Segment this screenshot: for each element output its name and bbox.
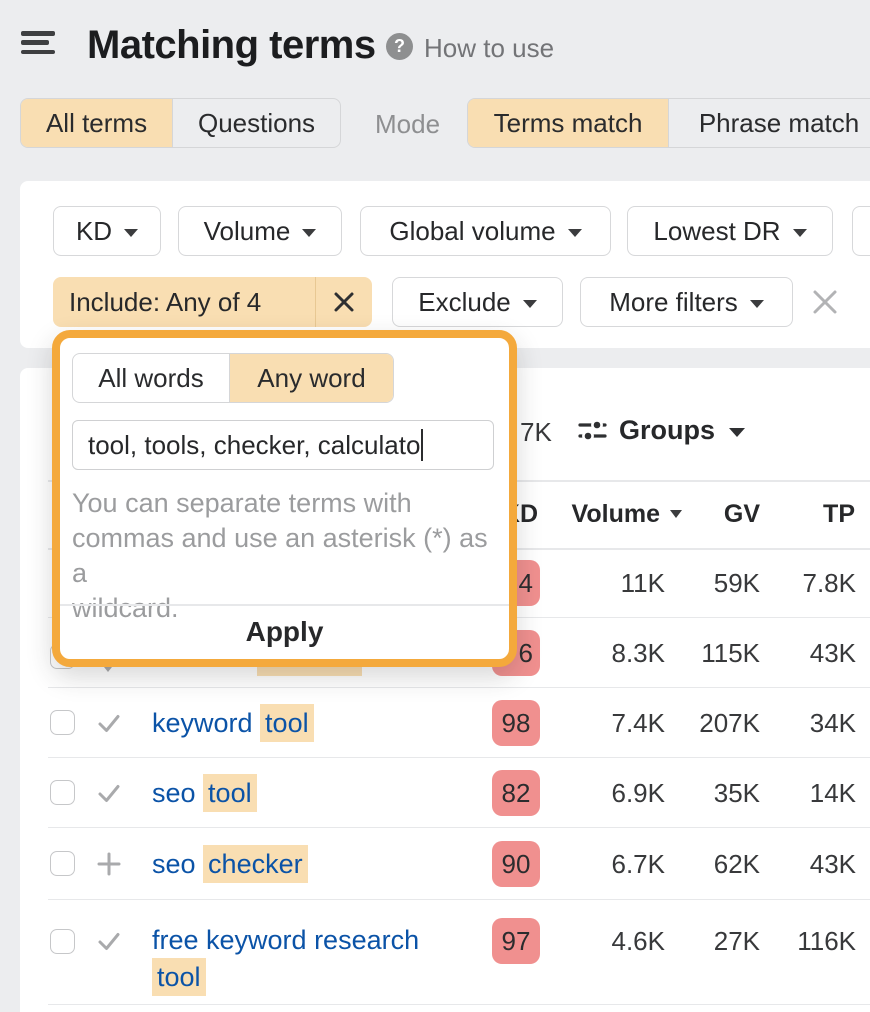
groups-label: Groups (619, 415, 715, 446)
global-volume-filter-button[interactable]: Global volume (360, 206, 611, 256)
chevron-down-icon (793, 229, 807, 237)
include-filter-popup: All words Any word tool, tools, checker,… (52, 330, 517, 667)
tp-value: 7.8K (736, 568, 856, 598)
row-checkbox[interactable] (50, 710, 75, 735)
kd-badge: 90 (492, 841, 540, 887)
keyword-text: seo (152, 778, 203, 808)
row-checkbox[interactable] (50, 851, 75, 876)
table-row: seo tool 82 6.9K 35K 14K (20, 758, 870, 828)
keyword-highlight: tool (260, 704, 314, 742)
tab-any-word[interactable]: Any word (229, 354, 393, 402)
matching-terms-page: Matching terms ? How to use All terms Qu… (0, 0, 870, 1012)
keyword-link[interactable]: keyword tool (152, 705, 487, 742)
tp-value: 43K (736, 849, 856, 879)
exclude-filter-button[interactable]: Exclude (392, 277, 563, 327)
groups-dropdown[interactable]: Groups (577, 415, 745, 446)
help-question-icon[interactable]: ? (386, 33, 413, 60)
kd-badge: 98 (492, 700, 540, 746)
check-icon[interactable] (96, 780, 122, 806)
how-to-use-link[interactable]: How to use (424, 33, 554, 64)
more-filters-label: More filters (609, 287, 738, 318)
keyword-highlight: tool (152, 958, 206, 996)
exclude-filter-label: Exclude (418, 287, 511, 318)
close-icon (332, 290, 356, 314)
kd-filter-label: KD (76, 216, 112, 247)
keyword-count-partial: 7K (520, 417, 552, 448)
text-cursor (421, 429, 423, 461)
chevron-down-icon (124, 229, 138, 237)
include-filter-remove-button[interactable] (316, 290, 372, 314)
report-type-tabs: All terms Questions (20, 98, 341, 148)
tab-phrase-match[interactable]: Phrase match (668, 99, 870, 147)
cutoff-filter-button[interactable] (852, 206, 870, 256)
close-icon (810, 287, 840, 317)
chevron-down-icon (302, 229, 316, 237)
popup-help-line: commas and use an asterisk (*) as a (72, 521, 502, 591)
include-filter-pill[interactable]: Include: Any of 4 (53, 277, 372, 327)
kd-badge: 97 (492, 918, 540, 964)
table-row: free keyword researchtool 97 4.6K 27K 11… (20, 900, 870, 1005)
keyword-link[interactable]: seo checker (152, 846, 487, 883)
tp-value: 14K (736, 778, 856, 808)
keyword-highlight: tool (203, 774, 257, 812)
chevron-down-icon (729, 428, 745, 437)
tp-value: 43K (736, 638, 856, 668)
chevron-down-icon (568, 229, 582, 237)
include-terms-input-value: tool, tools, checker, calculato (88, 430, 420, 461)
kd-filter-button[interactable]: KD (53, 206, 161, 256)
chevron-down-icon (750, 300, 764, 308)
clear-filters-button[interactable] (810, 287, 840, 317)
keyword-text: seo (152, 849, 203, 879)
menu-icon[interactable] (21, 31, 55, 54)
more-filters-button[interactable]: More filters (580, 277, 793, 327)
filters-panel: KD Volume Global volume Lowest DR Includ… (20, 181, 870, 348)
keyword-link[interactable]: free keyword researchtool (152, 922, 487, 996)
tp-value: 116K (736, 926, 856, 956)
table-row: seo checker 90 6.7K 62K 43K (20, 828, 870, 900)
sliders-icon (577, 415, 608, 446)
kd-badge: 82 (492, 770, 540, 816)
row-checkbox[interactable] (50, 780, 75, 805)
tab-questions[interactable]: Questions (172, 99, 340, 147)
volume-filter-label: Volume (204, 216, 291, 247)
word-match-tabs: All words Any word (72, 353, 394, 403)
row-checkbox[interactable] (50, 929, 75, 954)
keyword-link[interactable]: seo tool (152, 775, 487, 812)
column-header-tp[interactable]: TP (715, 480, 855, 548)
page-title: Matching terms (87, 23, 376, 68)
mode-label: Mode (375, 109, 440, 140)
global-volume-filter-label: Global volume (389, 216, 555, 247)
include-terms-input[interactable]: tool, tools, checker, calculato (72, 420, 494, 470)
lowest-dr-filter-label: Lowest DR (653, 216, 780, 247)
keyword-highlight: checker (203, 845, 308, 883)
tab-terms-match[interactable]: Terms match (468, 99, 668, 147)
volume-filter-button[interactable]: Volume (178, 206, 342, 256)
table-row: keyword tool 98 7.4K 207K 34K (20, 688, 870, 758)
tab-all-terms[interactable]: All terms (21, 99, 172, 147)
plus-icon[interactable] (96, 851, 122, 877)
check-icon[interactable] (96, 710, 122, 736)
include-filter-label: Include: Any of 4 (53, 287, 315, 318)
tp-value: 34K (736, 708, 856, 738)
apply-button[interactable]: Apply (60, 606, 509, 658)
keyword-text: free keyword research (152, 925, 419, 955)
keyword-text: keyword (152, 708, 260, 738)
popup-help-line: You can separate terms with (72, 486, 502, 521)
check-icon[interactable] (96, 928, 122, 954)
chevron-down-icon (523, 300, 537, 308)
tab-all-words[interactable]: All words (73, 354, 229, 402)
mode-tabs: Terms match Phrase match (467, 98, 870, 148)
lowest-dr-filter-button[interactable]: Lowest DR (627, 206, 833, 256)
